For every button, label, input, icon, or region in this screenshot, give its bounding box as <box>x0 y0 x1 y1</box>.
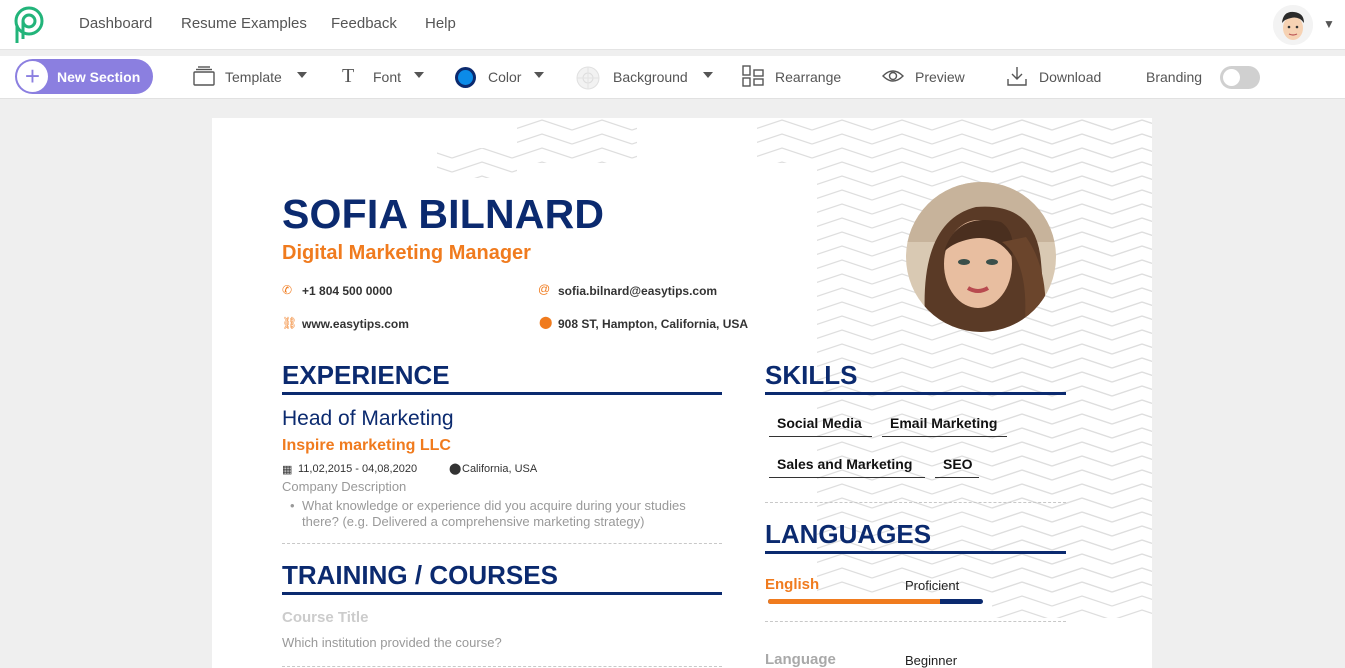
language-level[interactable]: Proficient <box>905 578 959 593</box>
skill-tag[interactable]: Sales and Marketing <box>769 456 925 478</box>
skill-tag[interactable]: Email Marketing <box>882 415 1007 437</box>
font-label: Font <box>373 69 402 85</box>
template-label: Template <box>225 69 282 85</box>
font-dropdown[interactable]: T Font <box>342 65 427 90</box>
job-title[interactable]: Head of Marketing <box>282 407 454 431</box>
languages-divider <box>765 551 1066 554</box>
training-heading[interactable]: TRAINING / COURSES <box>282 560 558 591</box>
company-description[interactable]: Company Description <box>282 479 406 494</box>
rearrange-button[interactable]: Rearrange <box>742 65 847 90</box>
profile-photo[interactable] <box>906 182 1056 332</box>
nav-resume-examples[interactable]: Resume Examples <box>181 15 307 32</box>
experience-heading[interactable]: EXPERIENCE <box>282 360 450 391</box>
nav-dashboard[interactable]: Dashboard <box>79 15 152 32</box>
background-pattern-icon <box>576 66 600 90</box>
language-progress-fill <box>768 599 940 604</box>
eye-icon <box>882 70 904 82</box>
location-pin-icon: ⬤ <box>539 315 553 329</box>
chevron-down-icon <box>703 72 713 78</box>
download-icon <box>1007 67 1027 86</box>
skills-divider <box>765 392 1066 395</box>
template-dropdown[interactable]: Template <box>193 66 308 90</box>
preview-button[interactable]: Preview <box>882 66 972 90</box>
skill-tag[interactable]: Social Media <box>769 415 872 437</box>
language-name[interactable]: Language <box>765 651 836 668</box>
at-icon: @ <box>538 282 551 296</box>
training-divider <box>282 592 722 595</box>
download-button[interactable]: Download <box>1006 66 1111 90</box>
color-swatch-icon <box>455 67 476 88</box>
background-label: Background <box>613 69 688 85</box>
job-dates[interactable]: 11,02,2015 - 04,08,2020 <box>298 463 417 475</box>
background-dropdown[interactable]: Background <box>574 66 719 90</box>
experience-divider <box>282 392 722 395</box>
course-title[interactable]: Course Title <box>282 609 368 626</box>
section-separator <box>765 621 1066 622</box>
job-location[interactable]: California, USA <box>462 463 537 475</box>
contact-phone[interactable]: +1 804 500 0000 <box>302 284 392 298</box>
rearrange-icon <box>742 65 764 87</box>
new-section-label: New Section <box>57 69 141 85</box>
top-navigation: Dashboard Resume Examples Feedback Help … <box>0 0 1345 50</box>
language-level[interactable]: Beginner <box>905 653 957 668</box>
chevron-down-icon <box>414 72 424 78</box>
rearrange-label: Rearrange <box>775 69 842 85</box>
experience-bullet-line-2[interactable]: there? (e.g. Delivered a comprehensive m… <box>302 514 645 529</box>
editor-toolbar: + New Section Template T Font Color Back <box>0 56 1345 99</box>
resume-role[interactable]: Digital Marketing Manager <box>282 242 531 265</box>
app-logo[interactable] <box>10 5 48 45</box>
color-dropdown[interactable]: Color <box>454 66 549 90</box>
bullet-dot-icon: • <box>290 498 295 513</box>
resume-name[interactable]: SOFIA BILNARD <box>282 191 604 238</box>
download-label: Download <box>1039 69 1102 85</box>
languages-heading[interactable]: LANGUAGES <box>765 519 931 550</box>
calendar-icon: ▦ <box>282 464 293 476</box>
nav-feedback[interactable]: Feedback <box>331 15 397 32</box>
toggle-knob <box>1223 69 1240 86</box>
account-menu-caret-icon[interactable]: ▼ <box>1323 17 1335 31</box>
template-icon <box>193 66 215 86</box>
branding-toggle[interactable] <box>1220 66 1260 89</box>
chevron-down-icon <box>297 72 307 78</box>
new-section-button[interactable]: + New Section <box>15 59 153 94</box>
location-pin-icon: ⬤ <box>449 463 462 475</box>
color-label: Color <box>488 69 522 85</box>
contact-email[interactable]: sofia.bilnard@easytips.com <box>558 284 717 298</box>
phone-icon: ✆ <box>282 283 293 297</box>
font-icon: T <box>342 65 355 87</box>
section-separator <box>282 543 722 544</box>
language-progress-bar[interactable] <box>768 599 983 604</box>
preview-label: Preview <box>915 69 965 85</box>
contact-website[interactable]: www.easytips.com <box>302 317 409 331</box>
user-avatar[interactable] <box>1273 5 1313 45</box>
company-name[interactable]: Inspire marketing LLC <box>282 437 451 455</box>
link-icon: ⛓ <box>282 316 298 330</box>
section-separator <box>282 666 722 667</box>
course-institution[interactable]: Which institution provided the course? <box>282 635 502 650</box>
contact-address[interactable]: 908 ST, Hampton, California, USA <box>558 317 748 331</box>
color-swatch-fill <box>458 70 473 85</box>
skill-tag[interactable]: SEO <box>935 456 979 478</box>
skills-heading[interactable]: SKILLS <box>765 360 857 391</box>
resume-page: SOFIA BILNARD Digital Marketing Manager … <box>212 118 1152 668</box>
nav-help[interactable]: Help <box>425 15 456 32</box>
plus-icon: + <box>17 61 48 92</box>
language-name[interactable]: English <box>765 576 819 593</box>
chevron-down-icon <box>534 72 544 78</box>
experience-bullet-line-1[interactable]: What knowledge or experience did you acq… <box>302 498 686 513</box>
section-separator <box>765 502 1066 503</box>
